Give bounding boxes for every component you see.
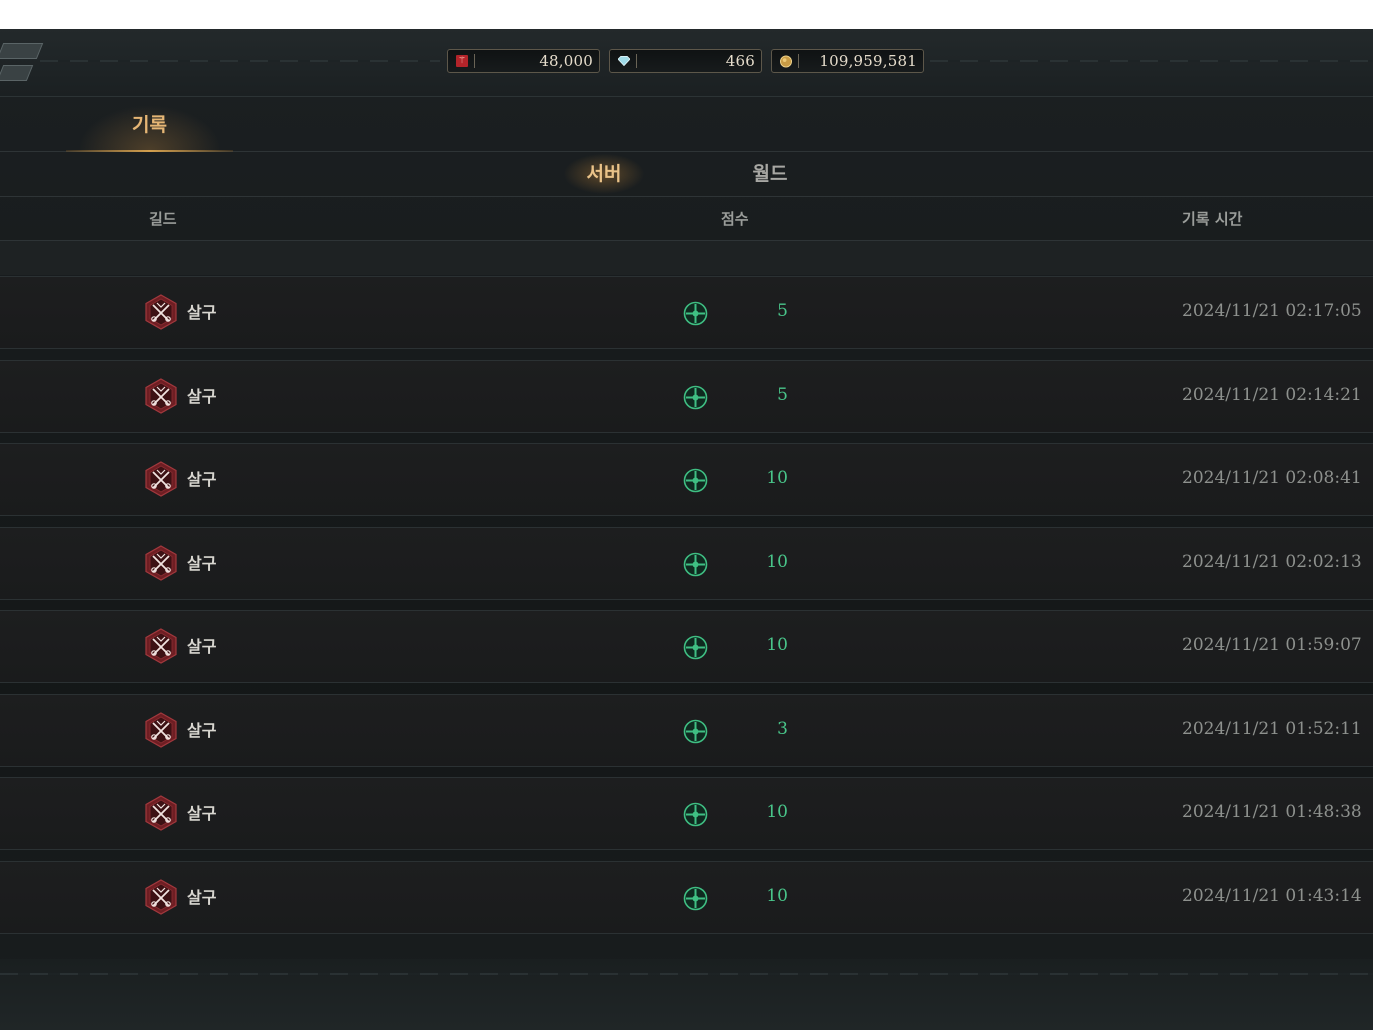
menu-icon-lower[interactable]	[0, 65, 34, 81]
record-time: 2024/11/21 01:52:11	[1182, 719, 1362, 739]
blue-gem-icon	[618, 55, 630, 67]
score-value: 5	[777, 301, 788, 321]
table-spacer	[0, 241, 1373, 275]
column-guild: 길드	[149, 210, 177, 228]
score-value: 10	[766, 886, 788, 906]
currency-red-crystal[interactable]: ⚚ 48,000	[447, 49, 600, 73]
record-time: 2024/11/21 01:59:07	[1182, 635, 1362, 655]
score-value: 10	[766, 802, 788, 822]
score-crest-icon	[683, 385, 708, 410]
guild-emblem-icon	[143, 879, 179, 915]
score-value: 10	[766, 635, 788, 655]
score-crest-icon	[683, 301, 708, 326]
table-row[interactable]: 살구 10 2024/11/21 01:59:07	[0, 610, 1373, 683]
top-bar: ⚚ 48,000 466 109,959,581	[0, 29, 1373, 97]
gold-coin-icon	[780, 55, 792, 67]
tab-bar: 기록	[0, 97, 1373, 152]
score-crest-icon	[683, 468, 708, 493]
score-value: 10	[766, 552, 788, 572]
record-time: 2024/11/21 02:17:05	[1182, 301, 1362, 321]
table-row[interactable]: 살구 10 2024/11/21 01:43:14	[0, 861, 1373, 934]
score-value: 5	[777, 385, 788, 405]
bottom-ornament	[0, 959, 1373, 1030]
record-time: 2024/11/21 01:43:14	[1182, 886, 1362, 906]
guild-name: 살구	[187, 387, 217, 406]
guild-name: 살구	[187, 888, 217, 907]
guild-name: 살구	[187, 637, 217, 656]
menu-icon[interactable]	[0, 43, 44, 59]
tab-server[interactable]: 서버	[560, 152, 648, 196]
score-crest-icon	[683, 552, 708, 577]
tab-record[interactable]: 기록	[66, 97, 233, 152]
score-value: 10	[766, 468, 788, 488]
guild-emblem-icon	[143, 461, 179, 497]
guild-emblem-icon	[143, 294, 179, 330]
score-crest-icon	[683, 635, 708, 660]
record-time: 2024/11/21 02:02:13	[1182, 552, 1362, 572]
currency-blue-gem-value: 466	[725, 52, 755, 70]
tab-world[interactable]: 월드	[730, 152, 810, 196]
record-time: 2024/11/21 01:48:38	[1182, 802, 1362, 822]
guild-name: 살구	[187, 804, 217, 823]
currency-blue-gem[interactable]: 466	[609, 49, 762, 73]
table-row[interactable]: 살구 10 2024/11/21 02:08:41	[0, 443, 1373, 516]
score-crest-icon	[683, 802, 708, 827]
game-screen: ⚚ 48,000 466 109,959,581 기록 서버 월드 길드 점수	[0, 29, 1373, 1030]
currency-red-crystal-value: 48,000	[539, 52, 593, 70]
column-record-time: 기록 시간	[1182, 210, 1243, 228]
currency-gold[interactable]: 109,959,581	[771, 49, 924, 73]
score-crest-icon	[683, 886, 708, 911]
guild-emblem-icon	[143, 378, 179, 414]
ornament-right	[930, 60, 1373, 62]
score-value: 3	[777, 719, 788, 739]
column-score: 점수	[721, 210, 749, 228]
guild-name: 살구	[187, 554, 217, 573]
guild-name: 살구	[187, 721, 217, 740]
sub-tab-bar: 서버 월드	[0, 152, 1373, 197]
guild-emblem-icon	[143, 545, 179, 581]
record-time: 2024/11/21 02:14:21	[1182, 385, 1362, 405]
score-crest-icon	[683, 719, 708, 744]
guild-name: 살구	[187, 470, 217, 489]
table-row[interactable]: 살구 10 2024/11/21 02:02:13	[0, 527, 1373, 600]
guild-emblem-icon	[143, 628, 179, 664]
guild-name: 살구	[187, 303, 217, 322]
table-row[interactable]: 살구 5 2024/11/21 02:17:05	[0, 276, 1373, 349]
red-crystal-icon: ⚚	[456, 55, 468, 67]
table-row[interactable]: 살구 3 2024/11/21 01:52:11	[0, 694, 1373, 767]
table-row[interactable]: 살구 5 2024/11/21 02:14:21	[0, 360, 1373, 433]
record-time: 2024/11/21 02:08:41	[1182, 468, 1362, 488]
currency-gold-value: 109,959,581	[819, 52, 917, 70]
table-row[interactable]: 살구 10 2024/11/21 01:48:38	[0, 777, 1373, 850]
guild-emblem-icon	[143, 795, 179, 831]
guild-emblem-icon	[143, 712, 179, 748]
table-header: 길드 점수 기록 시간	[0, 197, 1373, 241]
ornament-left	[40, 60, 440, 62]
